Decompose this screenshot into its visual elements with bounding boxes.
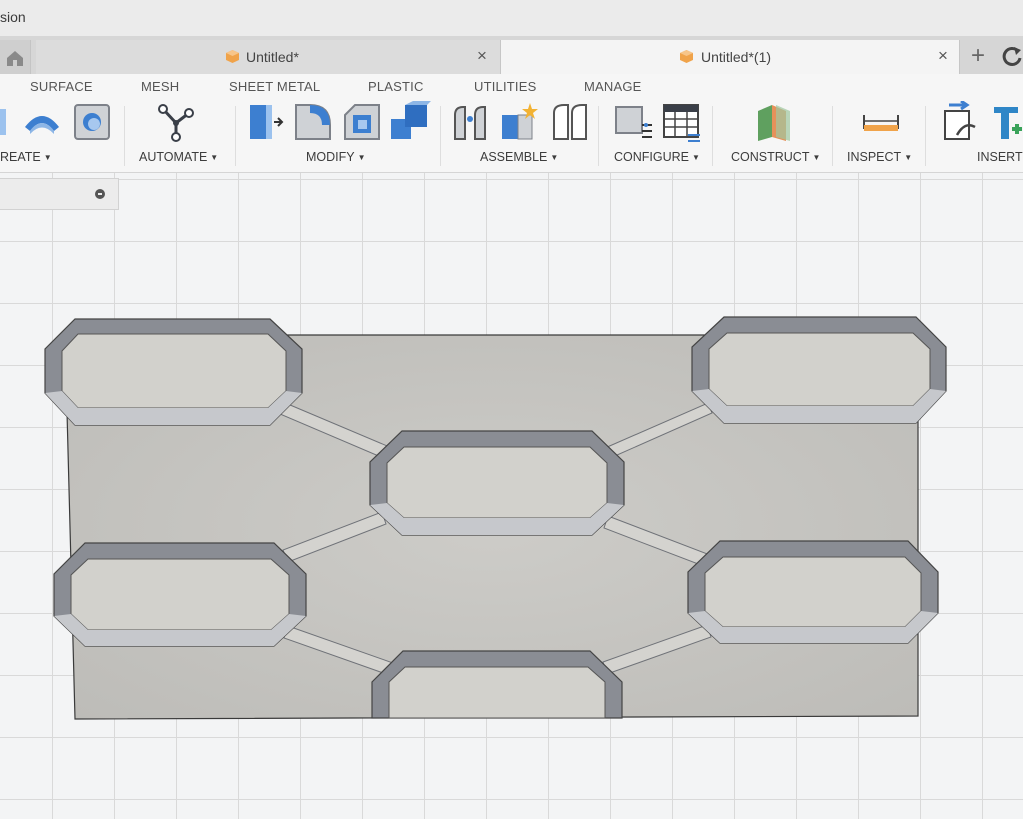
tab-label: Untitled*: [246, 49, 299, 65]
document-icon: [680, 50, 693, 63]
close-icon[interactable]: ×: [938, 46, 948, 66]
document-tab-strip: Untitled* × Untitled*(1) × +: [0, 36, 1023, 74]
insert-derive-icon[interactable]: [990, 101, 1023, 143]
insert-link-icon[interactable]: [939, 101, 981, 143]
pocket-top-right[interactable]: [691, 316, 947, 424]
browser-panel[interactable]: [0, 178, 119, 210]
table-icon[interactable]: [660, 101, 702, 143]
revolve-icon[interactable]: [21, 101, 63, 143]
as-built-joint-icon[interactable]: [550, 101, 592, 143]
home-tab[interactable]: [0, 40, 31, 74]
new-component-icon[interactable]: [500, 101, 542, 143]
ribbon-tab-surface[interactable]: SURFACE: [30, 79, 93, 94]
group-construct[interactable]: CONSTRUCT ▼: [731, 150, 820, 164]
measure-icon[interactable]: [860, 101, 902, 143]
construct-plane-icon[interactable]: [754, 101, 796, 143]
plus-icon: +: [970, 42, 985, 69]
ribbon-separator: [925, 106, 926, 166]
extrude-icon[interactable]: [0, 101, 10, 143]
press-pull-icon[interactable]: [244, 101, 286, 143]
collapse-icon[interactable]: [95, 189, 105, 199]
shell-icon[interactable]: [71, 101, 113, 143]
pocket-center[interactable]: [369, 430, 625, 536]
ribbon-tab-plastic[interactable]: PLASTIC: [368, 79, 424, 94]
home-icon: [7, 51, 23, 66]
ribbon-separator: [440, 106, 441, 166]
ribbon-separator: [832, 106, 833, 166]
group-insert[interactable]: INSERT: [977, 150, 1023, 164]
ribbon-separator: [712, 106, 713, 166]
group-inspect[interactable]: INSPECT ▼: [847, 150, 912, 164]
pocket-top-left[interactable]: [44, 318, 303, 426]
pocket-mid-right[interactable]: [687, 540, 939, 644]
toolbar-ribbon: SURFACE MESH SHEET METAL PLASTIC UTILITI…: [0, 74, 1023, 173]
automate-icon[interactable]: [155, 101, 197, 143]
ribbon-tab-mesh[interactable]: MESH: [141, 79, 179, 94]
ribbon-tab-sheet-metal[interactable]: SHEET METAL: [229, 79, 320, 94]
viewport-canvas[interactable]: [0, 173, 1023, 819]
document-icon: [226, 50, 239, 63]
app-title: sion: [0, 9, 26, 25]
chamfer-icon[interactable]: [341, 101, 383, 143]
ribbon-separator: [235, 106, 236, 166]
model-view[interactable]: [0, 173, 1023, 819]
ribbon-tab-utilities[interactable]: UTILITIES: [474, 79, 536, 94]
group-configure[interactable]: CONFIGURE ▼: [614, 150, 700, 164]
joint-icon[interactable]: [451, 101, 493, 143]
close-icon[interactable]: ×: [477, 46, 487, 66]
combine-icon[interactable]: [389, 101, 431, 143]
tab-label: Untitled*(1): [701, 49, 772, 65]
pocket-mid-left[interactable]: [53, 542, 307, 647]
group-modify[interactable]: MODIFY ▼: [306, 150, 366, 164]
ribbon-tab-manage[interactable]: MANAGE: [584, 79, 642, 94]
tab-untitled[interactable]: Untitled* ×: [36, 40, 501, 74]
group-assemble[interactable]: ASSEMBLE ▼: [480, 150, 558, 164]
new-tab-button[interactable]: +: [962, 42, 994, 72]
ribbon-separator: [124, 106, 125, 166]
tab-untitled-1[interactable]: Untitled*(1) ×: [501, 40, 960, 74]
group-automate[interactable]: AUTOMATE ▼: [139, 150, 218, 164]
pocket-bottom[interactable]: [371, 650, 623, 719]
refresh-icon[interactable]: [1002, 45, 1022, 67]
title-bar: sion: [0, 0, 1023, 36]
group-create[interactable]: REATE ▼: [0, 150, 52, 164]
configure-icon[interactable]: [612, 101, 654, 143]
fillet-icon[interactable]: [292, 101, 334, 143]
ribbon-separator: [598, 106, 599, 166]
